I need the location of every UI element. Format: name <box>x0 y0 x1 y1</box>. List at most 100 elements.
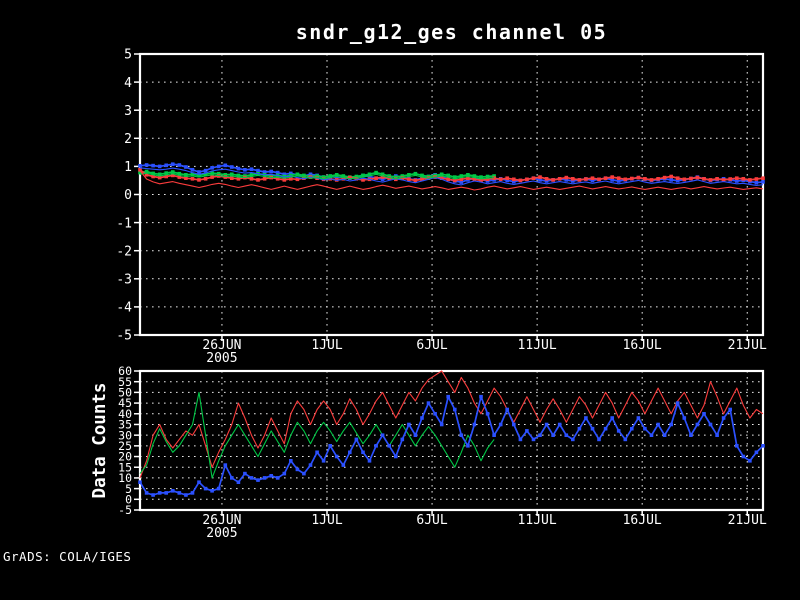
data-point-marker <box>683 178 687 182</box>
data-point-marker <box>479 395 483 399</box>
data-point-marker <box>571 177 575 181</box>
data-point-marker <box>545 177 549 181</box>
data-point-marker <box>204 177 208 181</box>
data-point-marker <box>728 177 732 181</box>
data-point-marker <box>446 395 450 399</box>
data-point-marker <box>191 491 195 495</box>
data-point-marker <box>735 444 739 448</box>
data-point-marker <box>473 423 477 427</box>
data-point-marker <box>728 408 732 412</box>
data-point-marker <box>145 163 149 167</box>
y-axis-label: Data Counts <box>90 383 110 499</box>
y-tick-label: -1 <box>116 216 132 231</box>
data-point-marker <box>676 176 680 180</box>
data-point-marker <box>197 170 201 174</box>
x-tick-label: 21JUL <box>728 513 767 528</box>
data-point-marker <box>538 175 542 179</box>
counts-panel: 605550454035302520151050-526JUN20051JUL6… <box>90 364 767 541</box>
data-point-marker <box>722 416 726 420</box>
data-point-marker <box>361 451 365 455</box>
data-point-marker <box>637 416 641 420</box>
data-point-marker <box>289 459 293 463</box>
data-point-marker <box>230 176 234 180</box>
data-point-marker <box>643 177 647 181</box>
x-tick-year-label: 2005 <box>206 351 237 366</box>
data-point-marker <box>748 178 752 182</box>
x-tick-label: 1JUL <box>311 338 342 353</box>
data-point-marker <box>138 480 142 484</box>
data-point-marker <box>151 164 155 168</box>
data-point-marker <box>322 459 326 463</box>
data-point-marker <box>709 178 713 182</box>
data-point-marker <box>368 459 372 463</box>
data-point-marker <box>309 463 313 467</box>
data-point-marker <box>210 489 214 493</box>
data-point-marker <box>224 164 228 168</box>
data-point-marker <box>191 168 195 172</box>
data-point-marker <box>256 478 260 482</box>
data-point-marker <box>650 433 654 437</box>
data-point-marker <box>571 438 575 442</box>
data-point-marker <box>669 423 673 427</box>
data-point-marker <box>204 169 208 173</box>
data-point-marker <box>532 438 536 442</box>
data-point-marker <box>243 472 247 476</box>
data-point-marker <box>197 480 201 484</box>
data-point-marker <box>210 166 214 170</box>
data-point-marker <box>558 177 562 181</box>
data-point-marker <box>401 438 405 442</box>
data-point-marker <box>761 444 765 448</box>
data-point-marker <box>519 438 523 442</box>
x-tick-label: 6JUL <box>416 338 447 353</box>
data-point-marker <box>689 433 693 437</box>
data-point-marker <box>696 176 700 180</box>
data-point-marker <box>525 429 529 433</box>
data-point-marker <box>237 480 241 484</box>
x-tick-label: 1JUL <box>311 513 342 528</box>
data-point-marker <box>735 176 739 180</box>
data-point-marker <box>604 176 608 180</box>
data-point-marker <box>171 489 175 493</box>
grads-credit: GrADS: COLA/IGES <box>3 549 131 564</box>
data-point-marker <box>230 165 234 169</box>
data-point-marker <box>505 176 509 180</box>
data-point-marker <box>263 476 267 480</box>
data-point-marker <box>748 459 752 463</box>
data-point-marker <box>250 476 254 480</box>
data-point-marker <box>761 180 765 184</box>
data-point-marker <box>617 176 621 180</box>
data-point-marker <box>532 176 536 180</box>
data-point-marker <box>499 178 503 182</box>
data-point-marker <box>191 177 195 181</box>
data-point-marker <box>217 165 221 169</box>
data-point-marker <box>328 444 332 448</box>
data-point-marker <box>283 472 287 476</box>
data-point-marker <box>414 179 418 183</box>
x-tick-label: 16JUL <box>623 338 662 353</box>
data-point-marker <box>597 438 601 442</box>
data-point-marker <box>630 177 634 181</box>
data-point-marker <box>256 178 260 182</box>
data-point-marker <box>394 455 398 459</box>
data-point-marker <box>348 451 352 455</box>
data-point-marker <box>683 416 687 420</box>
data-point-marker <box>656 177 660 181</box>
data-point-marker <box>269 474 273 478</box>
data-point-marker <box>407 423 411 427</box>
data-point-marker <box>276 476 280 480</box>
y-tick-label: 2 <box>124 132 132 147</box>
data-point-marker <box>617 429 621 433</box>
data-point-marker <box>715 177 719 181</box>
data-point-marker <box>755 181 759 185</box>
data-point-marker <box>702 177 706 181</box>
data-point-marker <box>591 176 595 180</box>
data-point-marker <box>663 176 667 180</box>
series-markers-blue-counts-with-markers <box>138 395 765 497</box>
data-point-marker <box>755 177 759 181</box>
y-tick-label: 3 <box>124 104 132 119</box>
data-point-marker <box>433 412 437 416</box>
data-point-marker <box>676 401 680 405</box>
data-point-marker <box>663 433 667 437</box>
data-point-marker <box>440 423 444 427</box>
data-point-marker <box>250 167 254 171</box>
